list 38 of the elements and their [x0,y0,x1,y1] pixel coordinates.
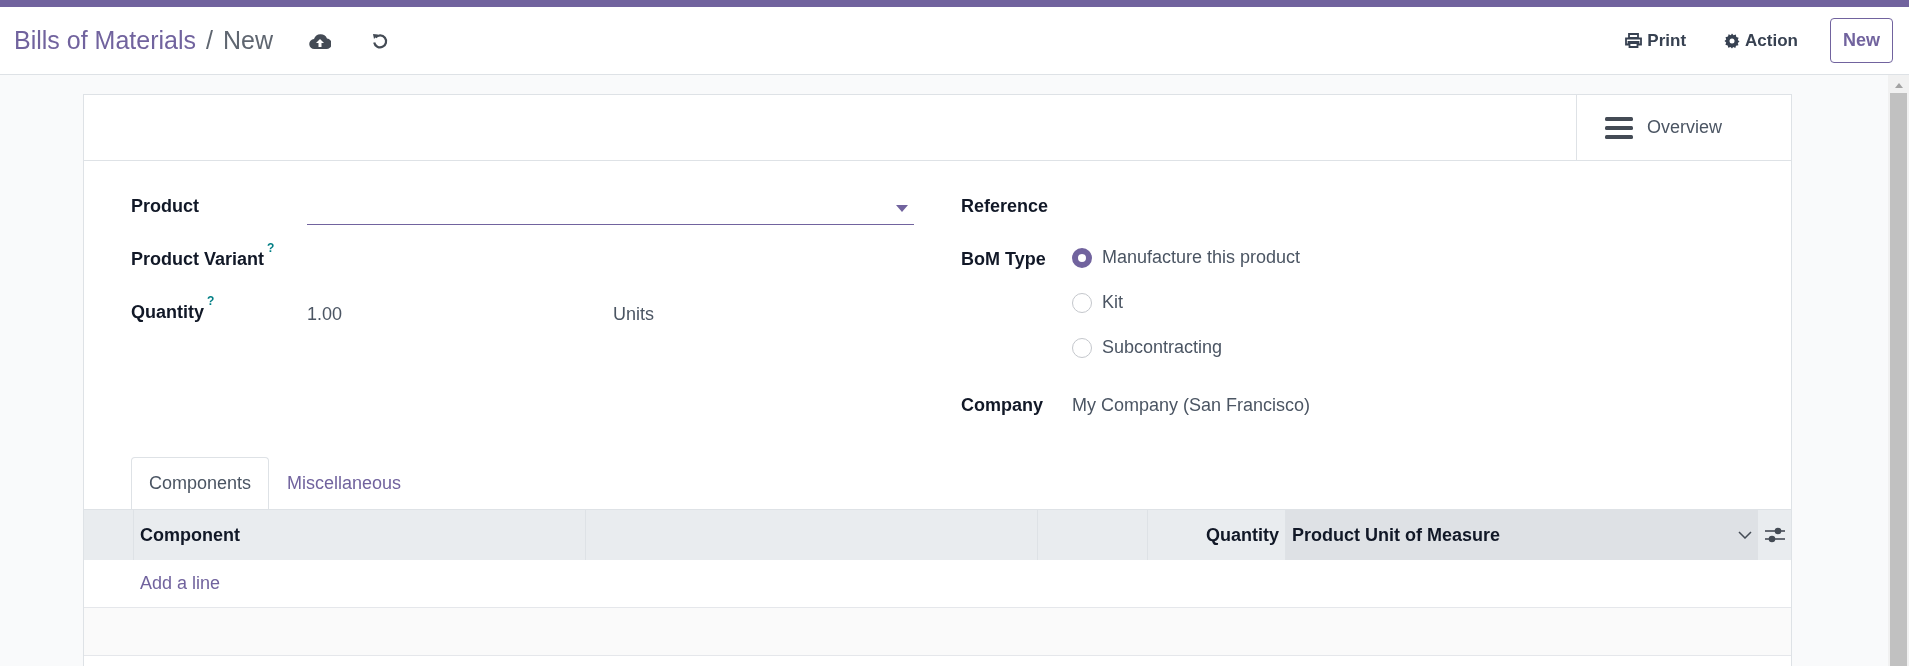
menu-icon [1605,115,1633,140]
cloud-upload-icon [308,31,331,50]
quantity-field[interactable]: 1.00 [307,299,613,328]
column-header: Product Unit of Measure [1292,523,1501,547]
breadcrumb-separator: / [206,24,213,56]
print-icon [1625,33,1643,48]
breadcrumb-link[interactable]: Bills of Materials [14,21,196,60]
tab[interactable]: Components [131,457,270,509]
column-settings-icon[interactable] [1764,527,1785,543]
chevron-down-icon[interactable] [1738,531,1752,539]
scroll-thumb[interactable] [1890,93,1907,666]
radio-label[interactable]: Manufacture this product [1102,244,1301,271]
field-label: Product [131,195,200,218]
print-button[interactable]: Print [1619,26,1693,55]
tab[interactable]: Miscellaneous [269,457,420,509]
radio-button[interactable] [1072,292,1092,313]
action-button[interactable]: Action [1718,26,1804,55]
field-label: Product Variant [131,249,265,269]
column-header: Component [133,510,585,560]
breadcrumb-current: New [222,24,273,56]
field-label: Reference [961,195,1050,218]
field-label: BoM Type [961,248,1047,271]
radio-label[interactable]: Subcontracting [1102,334,1223,361]
undo-icon [370,31,389,50]
help-tooltip-icon[interactable]: ? [207,294,215,308]
caret-icon [896,205,908,212]
radio-button[interactable] [1072,247,1092,268]
gear-icon [1724,32,1741,49]
unit-field[interactable]: Units [613,299,654,328]
radio-button[interactable] [1072,337,1092,358]
company-field[interactable]: My Company (San Francisco) [1072,392,1311,419]
field-label: Quantity [131,302,204,322]
new-button[interactable]: New [1830,18,1893,63]
help-tooltip-icon[interactable]: ? [267,241,275,255]
add-line-link[interactable]: Add a line [140,570,221,597]
field-label: Company [961,394,1044,417]
scrollbar[interactable] [1888,75,1909,666]
radio-label[interactable]: Kit [1102,289,1123,316]
